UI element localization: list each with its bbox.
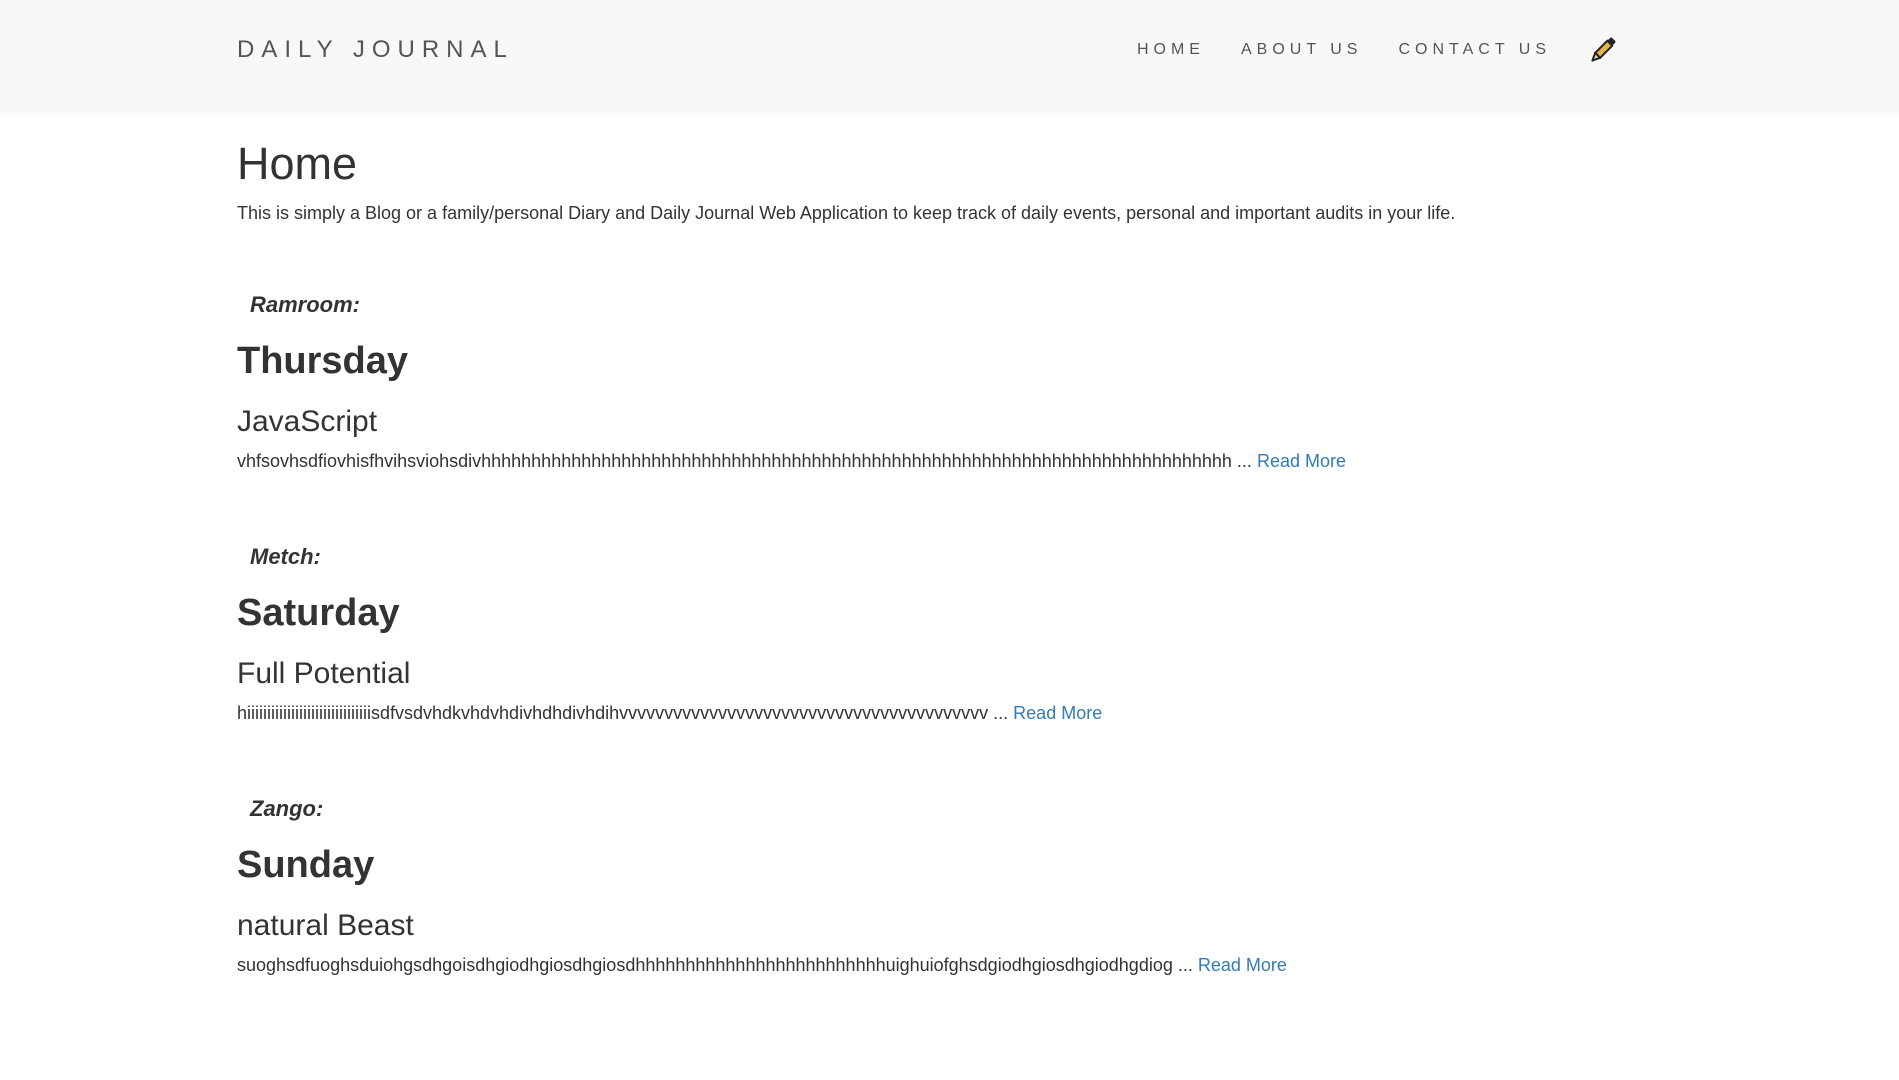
- post-item: Metch: Saturday Full Potential hiiiiiiii…: [237, 544, 1662, 724]
- post-author: Ramroom:: [250, 292, 361, 317]
- pencil-icon: [1591, 37, 1616, 62]
- post-author: Metch:: [250, 544, 321, 569]
- post-snippet-text: vhfsovhsdfiovhisfhvihsviohsdivhhhhhhhhhh…: [237, 451, 1252, 471]
- post-snippet: hiiiiiiiiiiiiiiiiiiiiiiiiiiiiiiisdfvsdvh…: [237, 702, 1662, 724]
- read-more-link[interactable]: Read More: [1198, 955, 1287, 975]
- post-snippet: suoghsdfuoghsduiohgsdhgoisdhgiodhgiosdhg…: [237, 954, 1662, 976]
- post-item: Zango: Sunday natural Beast suoghsdfuogh…: [237, 796, 1662, 976]
- read-more-link[interactable]: Read More: [1013, 703, 1102, 723]
- main-content: Home This is simply a Blog or a family/p…: [237, 113, 1662, 976]
- post-snippet-text: suoghsdfuoghsduiohgsdhgoisdhgiodhgiosdhg…: [237, 955, 1193, 975]
- page-title: Home: [237, 138, 358, 189]
- nav-about-link[interactable]: ABOUT US: [1241, 30, 1363, 70]
- post-snippet-text: hiiiiiiiiiiiiiiiiiiiiiiiiiiiiiiisdfvsdvh…: [237, 703, 1009, 723]
- nav-home-link[interactable]: HOME: [1137, 30, 1205, 70]
- nav-links: HOME ABOUT US CONTACT US: [1101, 30, 1619, 70]
- post-day: Sunday: [237, 844, 375, 886]
- post-title: natural Beast: [237, 909, 414, 942]
- post-snippet: vhfsovhsdfiovhisfhvihsviohsdivhhhhhhhhhh…: [237, 450, 1662, 472]
- post-author: Zango:: [250, 796, 324, 821]
- read-more-link[interactable]: Read More: [1257, 451, 1346, 471]
- post-item: Ramroom: Thursday JavaScript vhfsovhsdfi…: [237, 292, 1662, 472]
- compose-button[interactable]: [1587, 30, 1619, 70]
- post-title: Full Potential: [237, 657, 411, 690]
- nav-contact-link[interactable]: CONTACT US: [1398, 30, 1551, 70]
- brand-link[interactable]: DAILY JOURNAL: [237, 36, 514, 64]
- navbar: DAILY JOURNAL HOME ABOUT US CONTACT US: [0, 0, 1899, 113]
- page-intro: This is simply a Blog or a family/person…: [237, 203, 1456, 223]
- post-day: Thursday: [237, 340, 409, 382]
- post-title: JavaScript: [237, 405, 378, 438]
- post-day: Saturday: [237, 592, 400, 634]
